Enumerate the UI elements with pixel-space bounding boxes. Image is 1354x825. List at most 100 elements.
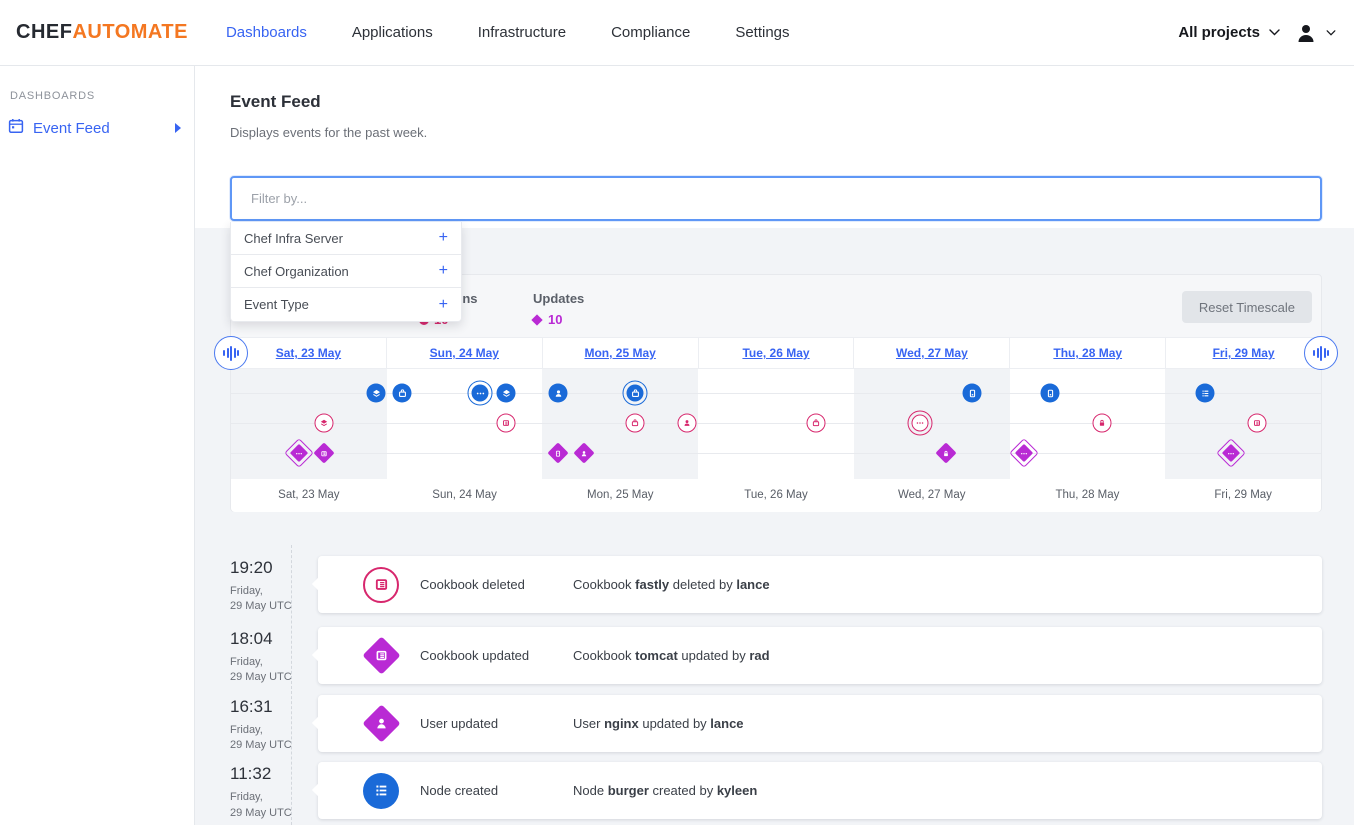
event-description: Cookbook fastly deleted by lance <box>573 577 770 592</box>
event-date: Friday,29 May UTC <box>230 655 318 686</box>
event-description: User nginx updated by lance <box>573 716 744 731</box>
topnav-right: All projects <box>1178 23 1336 43</box>
nav-item-dashboards[interactable]: Dashboards <box>226 24 307 41</box>
timeline-day-cell: Mon, 25 May <box>543 338 699 368</box>
event-marker-deleted-bag[interactable] <box>807 414 826 433</box>
filter-option-event-type[interactable]: Event Type+ <box>231 288 461 321</box>
event-marker-created-node[interactable] <box>1041 384 1060 403</box>
projects-filter-button[interactable]: All projects <box>1178 24 1260 41</box>
filter-option-chef-infra-server[interactable]: Chef Infra Server+ <box>231 222 461 255</box>
nav-item-infrastructure[interactable]: Infrastructure <box>478 24 566 41</box>
event-marker-created-list[interactable] <box>1196 384 1215 403</box>
event-marker-deleted-bag[interactable] <box>626 414 645 433</box>
stat-updates-label: Updates <box>533 291 584 306</box>
page-header: Event Feed Displays events for the past … <box>230 92 427 140</box>
event-time-value: 11:32 <box>230 764 318 784</box>
axis-label-wed-27-may: Wed, 27 May <box>854 479 1010 512</box>
event-marker-created-node[interactable] <box>963 384 982 403</box>
gridline-updated <box>231 453 1321 454</box>
user-menu-icon[interactable] <box>1295 23 1317 43</box>
plus-icon[interactable]: + <box>439 230 448 246</box>
timeline-column <box>1165 369 1321 479</box>
timeline-column <box>698 369 854 479</box>
timeline-column <box>542 369 698 479</box>
axis-label-sat-23-may: Sat, 23 May <box>231 479 387 512</box>
event-type-label: User updated <box>420 716 573 731</box>
timescale-handle-right[interactable] <box>1304 336 1338 370</box>
filter-option-chef-organization[interactable]: Chef Organization + <box>231 255 461 288</box>
nav-item-applications[interactable]: Applications <box>352 24 433 41</box>
event-marker-deleted-book[interactable] <box>1248 414 1267 433</box>
timeline-day-link-wed-27-may[interactable]: Wed, 27 May <box>896 346 968 360</box>
event-marker-deleted-layers[interactable] <box>315 414 334 433</box>
chevron-down-icon[interactable] <box>1269 29 1280 36</box>
event-time: 11:32 Friday,29 May UTC <box>230 762 318 821</box>
stat-updates-value: 10 <box>548 312 562 327</box>
logo-chef: CHEF <box>16 21 72 43</box>
timeline-day-link-thu-28-may[interactable]: Thu, 28 May <box>1053 346 1122 360</box>
main-nav: Dashboards Applications Infrastructure Comp… <box>226 24 790 41</box>
event-feed-list: 19:20Friday,29 May UTCCookbook deletedCo… <box>195 545 1354 825</box>
timeline-day-link-sun-24-may[interactable]: Sun, 24 May <box>430 346 499 360</box>
event-marker-created-layers[interactable] <box>497 384 516 403</box>
event-time-value: 16:31 <box>230 697 318 717</box>
nav-item-compliance[interactable]: Compliance <box>611 24 690 41</box>
sidebar-heading: DASHBOARDS <box>10 90 194 102</box>
chevron-down-icon[interactable] <box>1326 30 1336 36</box>
event-row-cookbook-deleted: 19:20Friday,29 May UTCCookbook deletedCo… <box>230 556 1322 615</box>
event-marker-deleted-dots[interactable] <box>908 411 933 436</box>
expand-arrow-icon[interactable] <box>175 123 181 133</box>
event-time: 19:20Friday,29 May UTC <box>230 556 318 615</box>
timeline-day-cell: Fri, 29 May <box>1166 338 1321 368</box>
page-subtitle: Displays events for the past week. <box>230 125 427 140</box>
filter-option-label: Chef Organization <box>244 264 349 279</box>
axis-label-sun-24-may: Sun, 24 May <box>387 479 543 512</box>
event-marker-deleted-lock[interactable] <box>1093 414 1112 433</box>
plus-icon[interactable]: + <box>439 263 448 279</box>
timeline-day-cell: Sat, 23 May <box>231 338 387 368</box>
axis-label-fri-29-may: Fri, 29 May <box>1165 479 1321 512</box>
timeline-day-header: Sat, 23 May Sun, 24 May Mon, 25 May Tue, 26… <box>231 337 1321 369</box>
axis-label-mon-25-may: Mon, 25 May <box>542 479 698 512</box>
sidebar: DASHBOARDS Event Feed <box>0 66 195 825</box>
event-marker-created-bag[interactable] <box>393 384 412 403</box>
filter-input[interactable] <box>230 176 1322 221</box>
event-type-label: Cookbook updated <box>420 648 573 663</box>
timeline-column <box>1010 369 1166 479</box>
timeline-day-link-tue-26-may[interactable]: Tue, 26 May <box>742 346 809 360</box>
chef-automate-logo[interactable]: CHEFAUTOMATE <box>16 21 188 44</box>
gridline-deleted <box>231 423 1321 424</box>
sidebar-item-event-feed[interactable]: Event Feed <box>8 118 194 138</box>
event-card[interactable]: User updatedUser nginx updated by lance <box>318 695 1322 752</box>
timescale-handle-left[interactable] <box>214 336 248 370</box>
timeline-day-cell: Tue, 26 May <box>699 338 855 368</box>
event-description: Cookbook tomcat updated by rad <box>573 648 770 663</box>
event-card[interactable]: Cookbook updatedCookbook tomcat updated … <box>318 627 1322 684</box>
timeline-column <box>231 369 387 479</box>
event-marker-created-user[interactable] <box>549 384 568 403</box>
event-marker-created-dots[interactable] <box>468 381 493 406</box>
plus-icon[interactable]: + <box>439 297 448 313</box>
sidebar-item-label: Event Feed <box>33 120 110 137</box>
event-marker-created-bag[interactable] <box>623 381 648 406</box>
event-time-value: 18:04 <box>230 629 318 649</box>
event-date: Friday,29 May UTC <box>230 790 318 821</box>
event-date: Friday,29 May UTC <box>230 723 318 754</box>
timeline-day-link-mon-25-may[interactable]: Mon, 25 May <box>584 346 655 360</box>
event-marker-deleted-user[interactable] <box>678 414 697 433</box>
timeline-day-cell: Thu, 28 May <box>1010 338 1166 368</box>
cookbook-updated-icon <box>363 637 399 673</box>
event-card[interactable]: Node createdNode burger created by kylee… <box>318 762 1322 819</box>
event-marker-deleted-book[interactable] <box>497 414 516 433</box>
timeline-day-link-sat-23-may[interactable]: Sat, 23 May <box>276 346 341 360</box>
nav-item-settings[interactable]: Settings <box>735 24 789 41</box>
reset-timescale-button[interactable]: Reset Timescale <box>1182 291 1312 323</box>
event-type-label: Cookbook deleted <box>420 577 573 592</box>
timeline-day-link-fri-29-may[interactable]: Fri, 29 May <box>1213 346 1275 360</box>
timeline-day-cell: Wed, 27 May <box>854 338 1010 368</box>
event-marker-created-layers[interactable] <box>367 384 386 403</box>
event-row-user-updated: 16:31Friday,29 May UTCUser updatedUser n… <box>230 695 1322 754</box>
event-card[interactable]: Cookbook deletedCookbook fastly deleted … <box>318 556 1322 613</box>
page-title: Event Feed <box>230 92 427 112</box>
filter-dropdown: Chef Infra Server+Chef Organization+Even… <box>230 222 462 322</box>
